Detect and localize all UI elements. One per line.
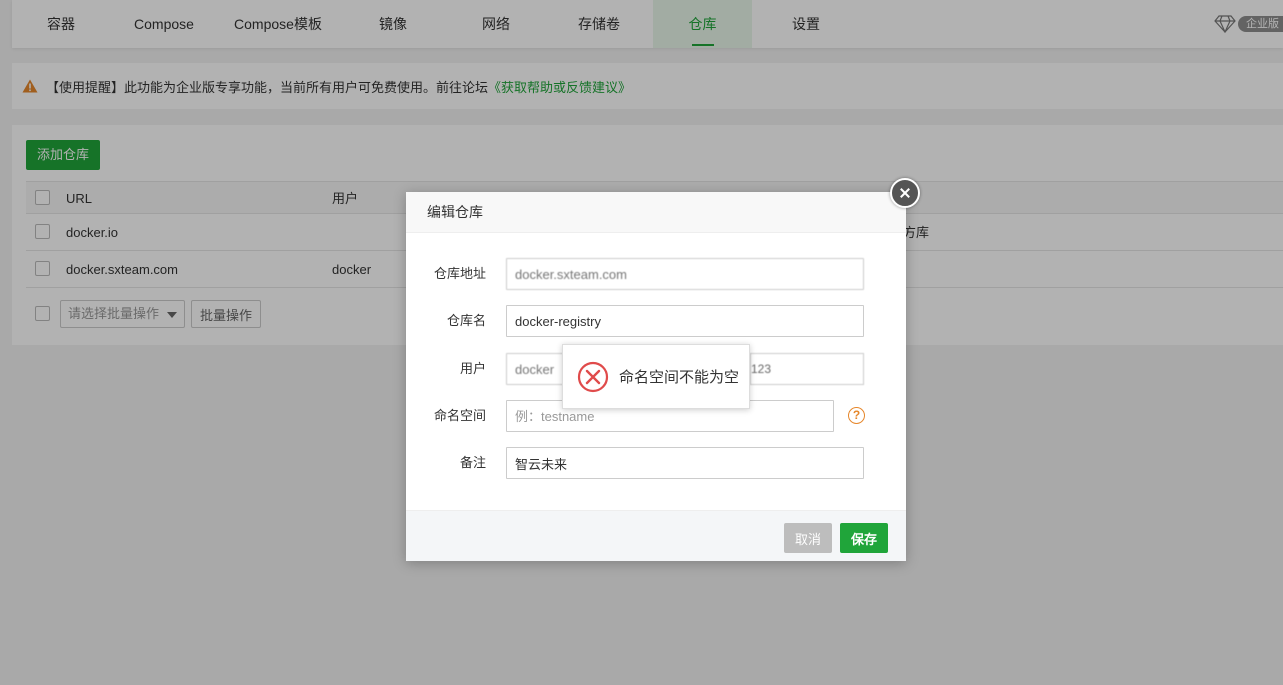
error-toast: 命名空间不能为空 bbox=[562, 344, 750, 409]
remark-input[interactable] bbox=[506, 447, 864, 479]
registry-name-input[interactable] bbox=[506, 305, 864, 337]
remark-row: 备注 bbox=[406, 447, 906, 479]
help-icon[interactable]: ? bbox=[848, 407, 865, 424]
password-value: 123 bbox=[751, 362, 772, 376]
remark-label: 备注 bbox=[459, 455, 486, 470]
save-button[interactable]: 保存 bbox=[840, 523, 888, 553]
name-label: 仓库名 bbox=[446, 313, 486, 328]
toast-message: 命名空间不能为空 bbox=[619, 369, 740, 386]
address-row: 仓库地址 bbox=[406, 258, 906, 290]
name-row: 仓库名 bbox=[406, 305, 906, 337]
namespace-label: 命名空间 bbox=[433, 408, 486, 423]
error-circle-icon bbox=[577, 361, 609, 392]
user-label: 用户 bbox=[459, 361, 486, 376]
address-label: 仓库地址 bbox=[433, 266, 486, 281]
dialog-footer: 取消 保存 bbox=[406, 510, 906, 561]
dialog-title: 编辑仓库 bbox=[406, 192, 906, 233]
cancel-button[interactable]: 取消 bbox=[784, 523, 832, 553]
password-input[interactable]: 123 bbox=[750, 353, 864, 385]
address-input[interactable] bbox=[506, 258, 864, 290]
close-icon[interactable] bbox=[890, 178, 920, 208]
